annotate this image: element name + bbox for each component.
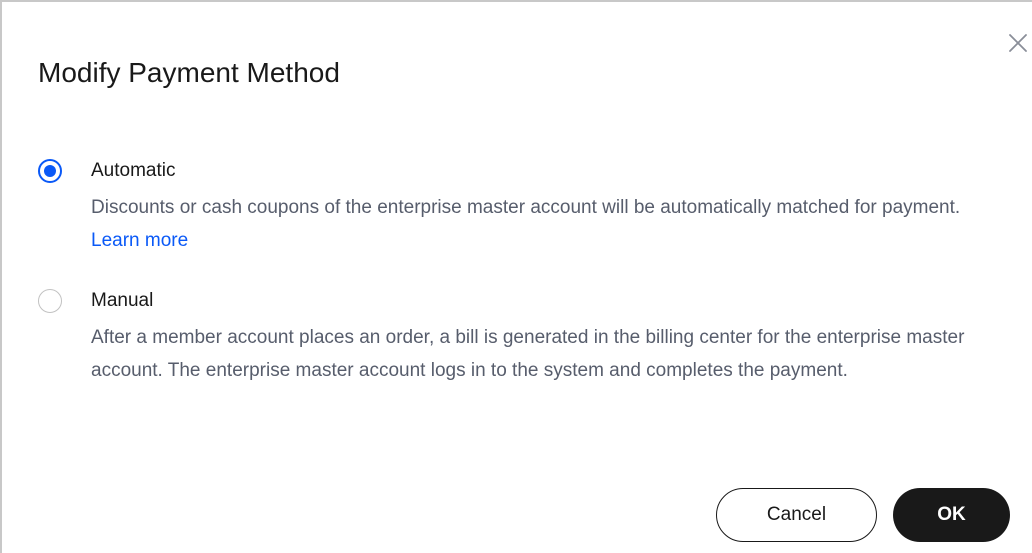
option-automatic-description-text: Discounts or cash coupons of the enterpr…	[91, 197, 961, 218]
close-icon[interactable]	[1007, 32, 1029, 54]
ok-button[interactable]: OK	[893, 488, 1010, 542]
option-manual-description: After a member account places an order, …	[91, 327, 965, 381]
radio-manual[interactable]	[38, 289, 62, 313]
option-automatic-description: Discounts or cash coupons of the enterpr…	[91, 192, 991, 257]
learn-more-link[interactable]: Learn more	[91, 230, 188, 251]
dialog: Modify Payment Method Automatic Discount…	[0, 0, 1032, 553]
radio-selected-dot	[44, 165, 56, 177]
option-automatic-label[interactable]: Automatic	[91, 160, 175, 182]
cancel-button[interactable]: Cancel	[716, 488, 877, 542]
dialog-title: Modify Payment Method	[38, 57, 340, 88]
radio-automatic[interactable]	[38, 159, 62, 183]
option-manual-label[interactable]: Manual	[91, 290, 153, 312]
